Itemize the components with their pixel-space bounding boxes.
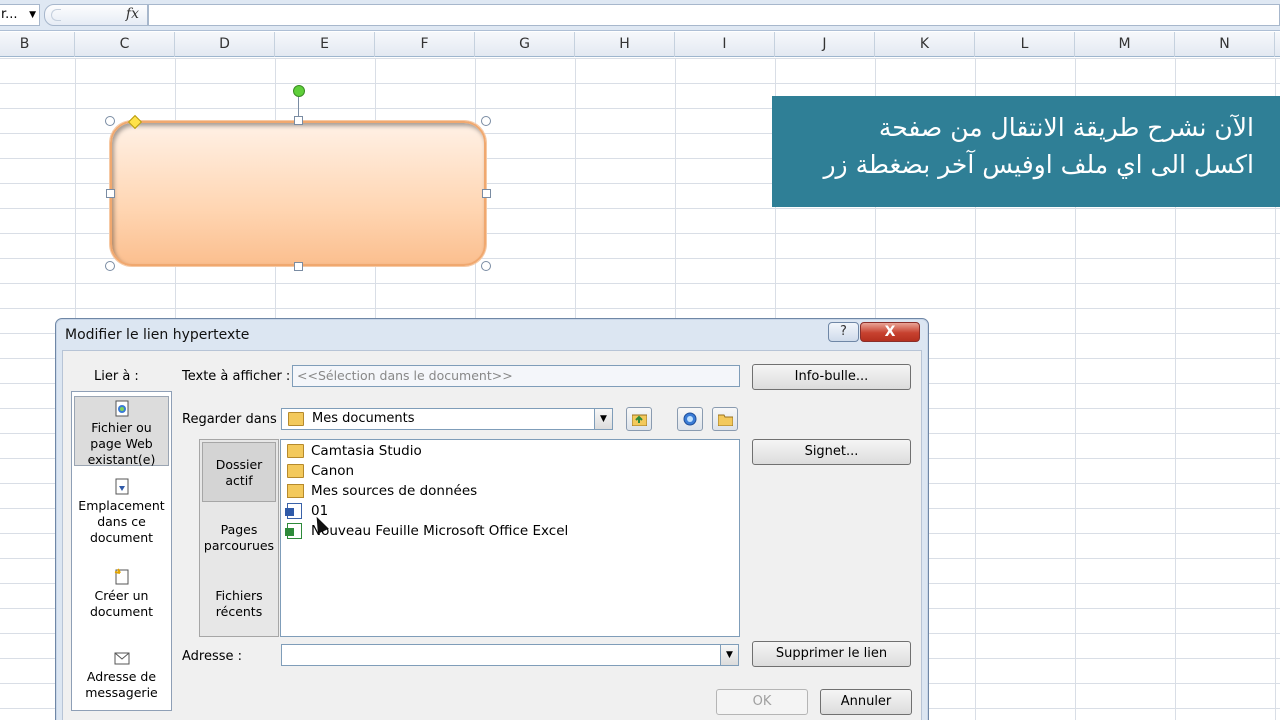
file-web-icon	[115, 400, 128, 417]
resize-handle-top-right[interactable]	[481, 116, 491, 126]
excel-workbook-icon	[285, 523, 302, 539]
resize-handle-bottom-right[interactable]	[481, 261, 491, 271]
column-header-J[interactable]: J	[775, 32, 875, 57]
list-item[interactable]: Canon	[285, 461, 354, 481]
link-to-place-label: Emplacement dans ce document	[78, 498, 165, 545]
file-name: Camtasia Studio	[311, 443, 422, 459]
edit-hyperlink-dialog: Modifier le lien hypertexte ? X Lier à :…	[55, 318, 929, 720]
file-list: Camtasia Studio Canon Mes sources de don…	[280, 439, 740, 637]
excel-window: r... ▼ fx BCDEFGHIJKLMN الآن نشرح طريقة ا…	[0, 0, 1280, 720]
resize-handle-right[interactable]	[482, 189, 491, 198]
column-header-C[interactable]: C	[75, 32, 175, 57]
link-to-email-label: Adresse de messagerie	[85, 669, 158, 700]
new-document-icon	[114, 568, 128, 585]
look-in-label: Regarder dans :	[182, 412, 286, 427]
file-name: Mes sources de données	[311, 483, 478, 499]
document-place-icon	[115, 478, 128, 495]
resize-handle-top-left[interactable]	[105, 116, 115, 126]
column-header-H[interactable]: H	[575, 32, 675, 57]
resize-handle-top[interactable]	[294, 116, 303, 125]
chevron-down-icon[interactable]: ▼	[594, 409, 612, 429]
open-folder-icon	[718, 414, 733, 426]
resize-handle-bottom-left[interactable]	[105, 261, 115, 271]
list-item[interactable]: Camtasia Studio	[285, 441, 422, 461]
formula-input[interactable]	[148, 4, 1280, 26]
column-header-K[interactable]: K	[875, 32, 975, 57]
help-button[interactable]: ?	[828, 322, 859, 342]
resize-handle-bottom[interactable]	[294, 262, 303, 271]
caption-line-2: اكسل الى اي ملف اوفيس آخر بضغطة زر	[823, 150, 1254, 179]
address-label: Adresse :	[182, 649, 243, 664]
screentip-button[interactable]: Info-bulle...	[752, 364, 911, 390]
name-box[interactable]: r... ▼	[0, 4, 40, 26]
browse-file-button[interactable]	[712, 407, 738, 431]
folder-up-icon	[632, 414, 647, 426]
word-document-icon	[285, 503, 302, 519]
browsed-pages-place[interactable]: Pages parcourues	[202, 522, 276, 556]
column-header-L[interactable]: L	[975, 32, 1075, 57]
link-to-label: Lier à :	[94, 369, 139, 384]
folder-icon	[287, 444, 304, 458]
text-to-display-label: Texte à afficher :	[182, 369, 291, 384]
insert-function-icon[interactable]: fx	[126, 6, 139, 22]
column-header-I[interactable]: I	[675, 32, 775, 57]
email-icon	[114, 652, 129, 665]
column-header-B[interactable]: B	[0, 32, 75, 57]
recent-files-place[interactable]: Fichiers récents	[202, 588, 276, 622]
address-input[interactable]: ▼	[281, 644, 739, 666]
column-header-G[interactable]: G	[475, 32, 575, 57]
formula-bar: r... ▼ fx	[0, 0, 1280, 31]
link-to-new-document[interactable]: Créer un document	[74, 568, 169, 619]
column-header-F[interactable]: F	[375, 32, 475, 57]
data-source-folder-icon	[287, 484, 304, 498]
up-one-folder-button[interactable]	[626, 407, 652, 431]
browse-web-button[interactable]	[677, 407, 703, 431]
places-bar: Dossier actif Pages parcourues Fichiers …	[199, 439, 279, 637]
formula-grip-icon	[51, 9, 61, 21]
link-to-existing-file[interactable]: Fichier ou page Web existant(e)	[74, 396, 169, 467]
folder-icon	[288, 412, 304, 426]
list-item[interactable]: Nouveau Feuille Microsoft Office Excel	[285, 521, 568, 541]
ok-button[interactable]: OK	[716, 689, 808, 715]
link-to-existing-file-label: Fichier ou page Web existant(e)	[87, 420, 156, 467]
cancel-button[interactable]: Annuler	[820, 689, 912, 715]
column-header-N[interactable]: N	[1175, 32, 1275, 57]
caption-line-1: الآن نشرح طريقة الانتقال من صفحة	[878, 113, 1254, 142]
list-item[interactable]: Mes sources de données	[285, 481, 477, 501]
arabic-caption-overlay: الآن نشرح طريقة الانتقال من صفحة اكسل ال…	[772, 96, 1280, 207]
rounded-rectangle-shape[interactable]	[110, 121, 486, 266]
folder-icon	[287, 464, 304, 478]
column-header-M[interactable]: M	[1075, 32, 1175, 57]
link-to-new-document-label: Créer un document	[89, 588, 154, 619]
resize-handle-left[interactable]	[106, 189, 115, 198]
column-header-D[interactable]: D	[175, 32, 275, 57]
file-name: Nouveau Feuille Microsoft Office Excel	[311, 523, 569, 539]
function-area: fx	[44, 4, 148, 26]
name-box-dropdown-icon[interactable]: ▼	[29, 5, 36, 25]
remove-link-button[interactable]: Supprimer le lien	[752, 641, 911, 667]
file-name: Canon	[311, 463, 355, 479]
address-dropdown-icon[interactable]: ▼	[720, 645, 738, 665]
bookmark-button[interactable]: Signet...	[752, 439, 911, 465]
current-folder-place[interactable]: Dossier actif	[202, 442, 276, 502]
text-to-display-input[interactable]: <<Sélection dans le document>>	[292, 365, 740, 387]
globe-search-icon	[683, 412, 697, 426]
look-in-value: Mes documents	[312, 411, 415, 426]
column-headers: BCDEFGHIJKLMN	[0, 32, 1280, 57]
dialog-title: Modifier le lien hypertexte	[65, 327, 250, 343]
rotation-handle[interactable]	[293, 85, 305, 97]
name-box-value: r...	[1, 7, 18, 22]
link-to-email-address[interactable]: Adresse de messagerie	[74, 649, 169, 700]
column-header-E[interactable]: E	[275, 32, 375, 57]
link-to-place-in-document[interactable]: Emplacement dans ce document	[74, 478, 169, 545]
look-in-combo[interactable]: Mes documents ▼	[281, 408, 613, 430]
close-button[interactable]: X	[860, 322, 920, 342]
link-to-panel: Fichier ou page Web existant(e) Emplacem…	[71, 391, 172, 711]
